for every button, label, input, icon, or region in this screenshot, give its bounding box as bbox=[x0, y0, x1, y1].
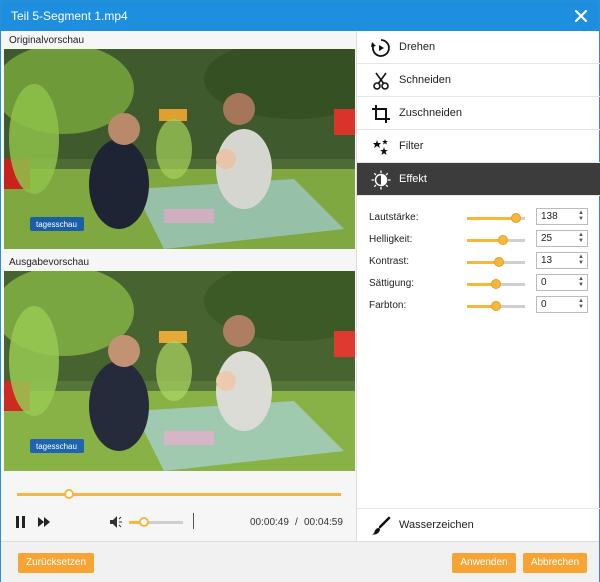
contrast-slider[interactable] bbox=[467, 257, 525, 267]
current-time: 00:00:49 bbox=[250, 517, 289, 528]
controls-divider bbox=[193, 513, 194, 529]
slider-fill bbox=[467, 217, 516, 220]
saturation-spinbox[interactable]: 0 ▲ ▼ bbox=[536, 274, 588, 291]
seek-handle[interactable] bbox=[63, 489, 74, 499]
playback-seek-bar[interactable] bbox=[17, 489, 341, 499]
effect-icon bbox=[371, 170, 391, 190]
saturation-slider[interactable] bbox=[467, 279, 525, 289]
preview-panel: Originalvorschau tagesschau Ausgabevorsc… bbox=[1, 31, 356, 541]
title-bar: Teil 5-Segment 1.mp4 bbox=[1, 1, 599, 31]
tools-panel: Drehen Schneiden Zuschneiden Filter Effe… bbox=[356, 31, 600, 541]
menu-item-label: Zuschneiden bbox=[399, 107, 462, 119]
action-bar: Zurücksetzen Anwenden Abbrechen bbox=[1, 541, 599, 582]
menu-item-filter[interactable]: Filter bbox=[357, 130, 600, 163]
effect-editor-window: Teil 5-Segment 1.mp4 Originalvorschau ta… bbox=[0, 0, 600, 582]
spin-arrows-icon[interactable]: ▲ ▼ bbox=[578, 276, 584, 289]
param-row-hue: Farbton: 0 ▲ ▼ bbox=[369, 296, 594, 316]
param-label: Farbton: bbox=[369, 300, 407, 311]
video-frame-output: tagesschau bbox=[4, 271, 355, 471]
spinbox-value: 138 bbox=[541, 211, 558, 222]
spinbox-value: 25 bbox=[541, 233, 553, 244]
volume-icon[interactable] bbox=[109, 515, 125, 529]
menu-item-crop[interactable]: Zuschneiden bbox=[357, 97, 600, 130]
output-preview-label: Ausgabevorschau bbox=[9, 257, 90, 268]
hue-slider[interactable] bbox=[467, 301, 525, 311]
brush-icon bbox=[372, 516, 391, 535]
video-frame-original: tagesschau bbox=[4, 49, 355, 249]
volume-spinbox[interactable]: 138 ▲ ▼ bbox=[536, 208, 588, 225]
slider-handle[interactable] bbox=[494, 257, 505, 267]
menu-item-label: Schneiden bbox=[399, 74, 451, 86]
apply-button[interactable]: Anwenden bbox=[452, 553, 516, 573]
contrast-spinbox[interactable]: 13 ▲ ▼ bbox=[536, 252, 588, 269]
slider-handle[interactable] bbox=[497, 235, 508, 245]
reset-button[interactable]: Zurücksetzen bbox=[18, 553, 94, 573]
fast-forward-icon[interactable] bbox=[37, 516, 51, 528]
spin-arrows-icon[interactable]: ▲ ▼ bbox=[578, 210, 584, 223]
crop-icon bbox=[372, 105, 390, 123]
volume-slider[interactable] bbox=[467, 213, 525, 223]
menu-item-cut[interactable]: Schneiden bbox=[357, 64, 600, 97]
hue-spinbox[interactable]: 0 ▲ ▼ bbox=[536, 296, 588, 313]
param-label: Kontrast: bbox=[369, 256, 410, 267]
scissors-icon bbox=[373, 72, 389, 90]
output-preview-video: tagesschau bbox=[4, 271, 355, 471]
spinbox-value: 13 bbox=[541, 255, 553, 266]
brightness-spinbox[interactable]: 25 ▲ ▼ bbox=[536, 230, 588, 247]
watermark-logo-original: tagesschau bbox=[36, 220, 77, 229]
volume-slider-handle[interactable] bbox=[139, 517, 150, 527]
rotate-icon bbox=[371, 39, 390, 57]
spin-arrows-icon[interactable]: ▲ ▼ bbox=[578, 254, 584, 267]
menu-item-label: Drehen bbox=[399, 41, 436, 53]
slider-handle[interactable] bbox=[491, 279, 501, 289]
menu-item-effect[interactable]: Effekt bbox=[357, 163, 600, 196]
menu-item-label: Effekt bbox=[399, 173, 427, 185]
menu-item-label: Filter bbox=[399, 140, 424, 152]
slider-handle[interactable] bbox=[510, 213, 521, 223]
watermark-label: Wasserzeichen bbox=[399, 519, 474, 531]
filter-icon bbox=[373, 139, 388, 155]
param-row-brightness: Helligkeit: 25 ▲ ▼ bbox=[369, 230, 594, 250]
watermark-logo-output: tagesschau bbox=[36, 442, 77, 451]
spinbox-value: 0 bbox=[541, 299, 547, 310]
original-preview-label: Originalvorschau bbox=[9, 35, 85, 46]
brightness-slider[interactable] bbox=[467, 235, 525, 245]
cancel-button[interactable]: Abbrechen bbox=[523, 553, 587, 573]
slider-handle[interactable] bbox=[491, 301, 501, 311]
param-label: Sättigung: bbox=[369, 278, 415, 289]
param-row-saturation: Sättigung: 0 ▲ ▼ bbox=[369, 274, 594, 294]
pause-icon[interactable] bbox=[15, 515, 27, 529]
volume-slider[interactable] bbox=[129, 517, 183, 527]
param-row-volume: Lautstärke: 138 ▲ ▼ bbox=[369, 208, 594, 228]
menu-item-rotate[interactable]: Drehen bbox=[357, 31, 600, 64]
spin-arrows-icon[interactable]: ▲ ▼ bbox=[578, 232, 584, 245]
param-row-contrast: Kontrast: 13 ▲ ▼ bbox=[369, 252, 594, 272]
param-label: Helligkeit: bbox=[369, 234, 413, 245]
original-preview-video: tagesschau bbox=[4, 49, 355, 249]
param-label: Lautstärke: bbox=[369, 212, 419, 223]
time-separator: / bbox=[295, 517, 298, 528]
spinbox-value: 0 bbox=[541, 277, 547, 288]
total-time: 00:04:59 bbox=[304, 517, 343, 528]
spin-arrows-icon[interactable]: ▲ ▼ bbox=[578, 298, 584, 311]
close-icon[interactable] bbox=[571, 6, 591, 26]
window-title: Teil 5-Segment 1.mp4 bbox=[11, 9, 128, 23]
menu-item-watermark[interactable]: Wasserzeichen bbox=[357, 508, 600, 541]
